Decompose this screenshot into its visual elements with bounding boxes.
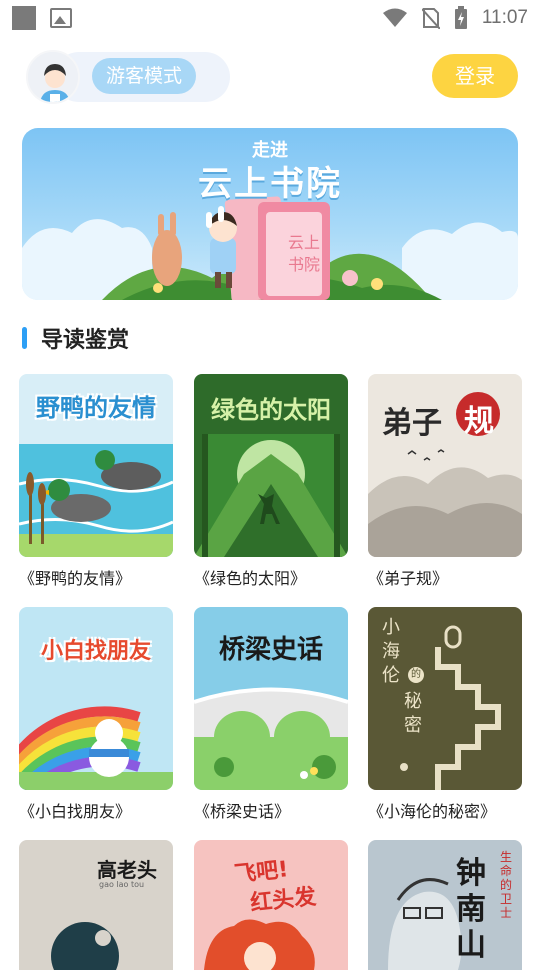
book-title[interactable]: 《小海伦的秘密》 bbox=[368, 798, 522, 822]
cover-title-text-c: 伦 bbox=[382, 665, 400, 686]
wifi-icon bbox=[382, 8, 407, 27]
avatar[interactable] bbox=[26, 50, 80, 104]
book-card[interactable]: 弟子 规 《弟子规》 bbox=[368, 374, 522, 589]
book-cover[interactable]: 绿色的太阳 bbox=[194, 374, 348, 557]
cover-title-text-a: 小 bbox=[382, 617, 400, 638]
guest-mode-label[interactable]: 游客模式 bbox=[92, 58, 197, 94]
book-card[interactable]: 钟 南 山 生命的卫士 bbox=[368, 840, 522, 970]
book-title[interactable]: 《小白找朋友》 bbox=[19, 798, 173, 822]
book-card[interactable]: 高老头 gao lao tou bbox=[19, 840, 173, 970]
image-icon bbox=[50, 8, 72, 28]
book-card[interactable]: 小白找朋友 《小白找朋友》 bbox=[19, 607, 173, 822]
book-cover[interactable]: 桥梁史话 bbox=[194, 607, 348, 790]
cover-title-text: 野鸭的友情 bbox=[36, 394, 156, 422]
cover-title-text-c: 山 bbox=[456, 928, 486, 963]
cover-title-text-d: 的 bbox=[408, 667, 424, 683]
book-cover[interactable]: 钟 南 山 生命的卫士 bbox=[368, 840, 522, 970]
cover-title-text-e: 秘 bbox=[404, 691, 422, 712]
banner-book-text: 云上 书院 bbox=[276, 232, 332, 276]
section-title: 导读鉴赏 bbox=[41, 328, 130, 353]
cover-title-text-a: 弟子 bbox=[382, 406, 442, 441]
book-title[interactable]: 《桥梁史话》 bbox=[194, 798, 348, 822]
cover-portrait-image bbox=[368, 840, 522, 970]
cover-title-text: 桥梁史话 bbox=[218, 635, 323, 665]
cover-title-text-f: 密 bbox=[404, 715, 422, 736]
banner-title: 云上书院 bbox=[198, 164, 342, 204]
cover-title-text: 小白找朋友 bbox=[40, 639, 151, 664]
no-sim-icon bbox=[421, 8, 440, 29]
book-cover[interactable]: 高老头 gao lao tou bbox=[19, 840, 173, 970]
battery-charging-icon bbox=[454, 6, 467, 29]
cover-title-text-b: 海 bbox=[382, 641, 400, 662]
cover-title-text: 高老头 bbox=[97, 858, 157, 882]
banner-book-line-1: 云上 bbox=[287, 233, 320, 252]
book-card[interactable]: 野鸭的友情 《野鸭的友情》 bbox=[19, 374, 173, 589]
clock: 11:07 bbox=[481, 7, 528, 28]
book-cover[interactable]: 飞吧! 红头发 bbox=[194, 840, 348, 970]
cover-title-text: 绿色的太阳 bbox=[211, 396, 331, 424]
banner-book-line-2: 书院 bbox=[287, 255, 320, 274]
cover-title-text-b: 红头发 bbox=[249, 884, 318, 917]
book-card[interactable]: 绿色的太阳 《绿色的太阳》 bbox=[194, 374, 348, 589]
book-card[interactable]: 飞吧! 红头发 bbox=[194, 840, 348, 970]
book-title[interactable]: 《绿色的太阳》 bbox=[194, 565, 348, 589]
book-cover[interactable]: 小 海 伦 的 秘 密 bbox=[368, 607, 522, 790]
cover-subtitle-text: 生命的卫士 bbox=[500, 850, 513, 920]
banner[interactable]: 走进 云上书院 云上 书院 bbox=[22, 128, 518, 300]
book-cover[interactable]: 小白找朋友 bbox=[19, 607, 173, 790]
cover-subtitle-text: gao lao tou bbox=[99, 880, 145, 889]
status-bar: 11:07 bbox=[0, 0, 540, 36]
notification-icon bbox=[12, 6, 36, 30]
section-header: 导读鉴赏 bbox=[22, 322, 129, 354]
book-cover[interactable]: 弟子 规 bbox=[368, 374, 522, 557]
book-title[interactable]: 《弟子规》 bbox=[368, 565, 522, 589]
book-card[interactable]: 小 海 伦 的 秘 密 《小海伦的秘密》 bbox=[368, 607, 522, 822]
book-title[interactable]: 《野鸭的友情》 bbox=[19, 565, 173, 589]
user-header: 游客模式 登录 bbox=[24, 48, 520, 106]
section-accent-bar bbox=[22, 327, 27, 349]
book-card[interactable]: 桥梁史话 《桥梁史话》 bbox=[194, 607, 348, 822]
cover-title-text-b: 规 bbox=[464, 404, 494, 439]
book-cover[interactable]: 野鸭的友情 bbox=[19, 374, 173, 557]
login-button[interactable]: 登录 bbox=[432, 54, 518, 98]
